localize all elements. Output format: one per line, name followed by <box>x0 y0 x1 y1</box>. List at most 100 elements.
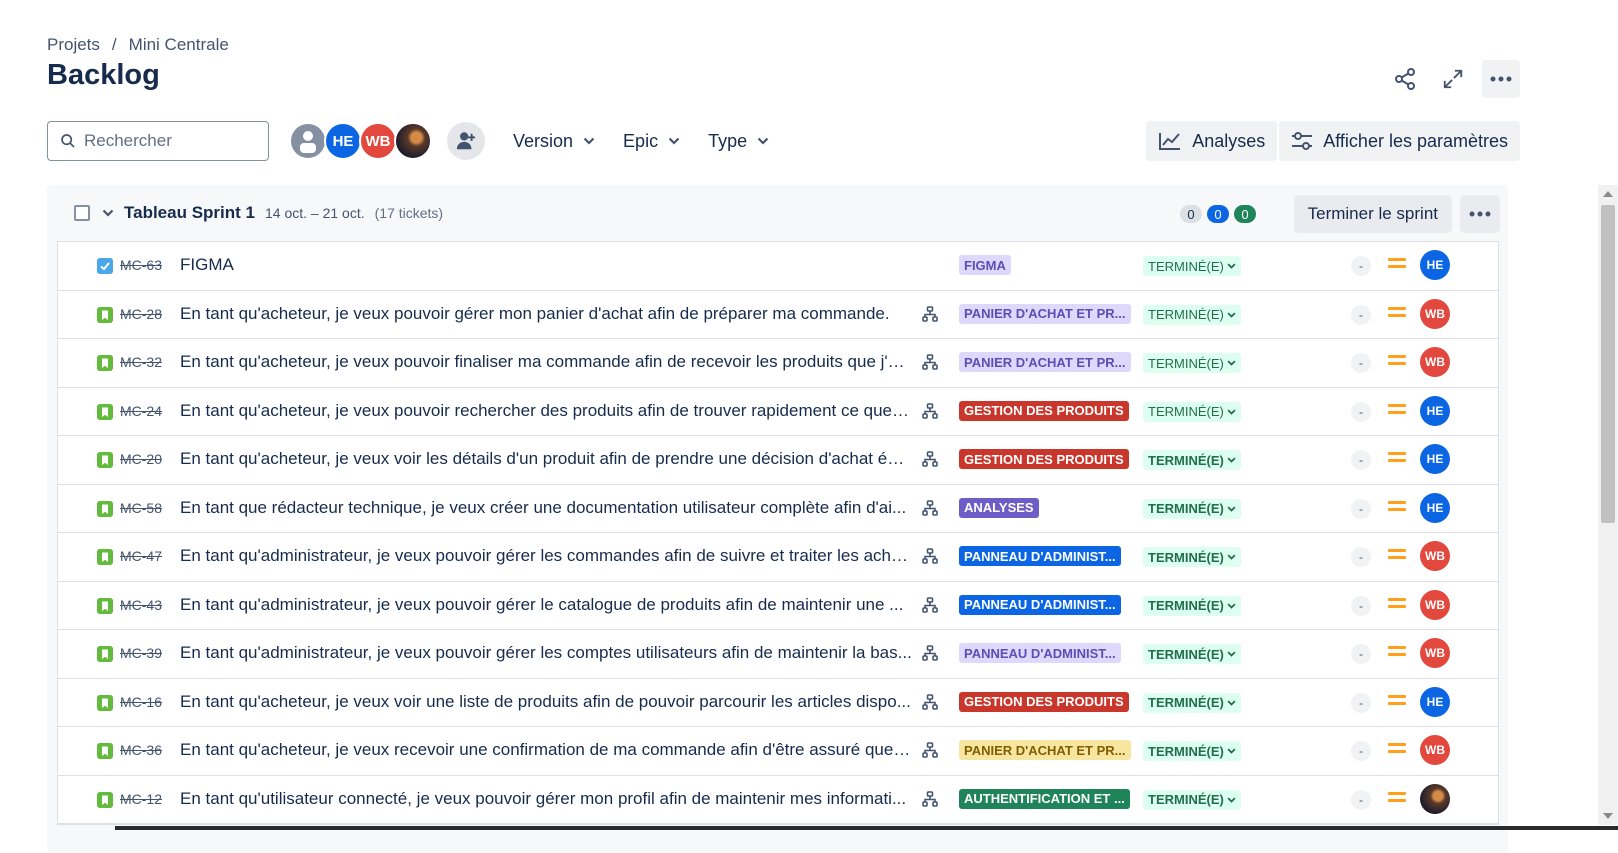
issue-summary[interactable]: En tant qu'acheteur, je veux voir une li… <box>180 692 912 712</box>
story-points-estimate[interactable]: - <box>1351 304 1371 325</box>
issue-summary[interactable]: En tant qu'acheteur, je veux recevoir un… <box>180 740 912 760</box>
story-points-estimate[interactable]: - <box>1351 547 1371 567</box>
issue-summary[interactable]: En tant qu'administrateur, je veux pouvo… <box>180 643 912 663</box>
status-dropdown[interactable]: TERMINÉ(E) <box>1143 644 1241 664</box>
scroll-down-arrow-icon[interactable] <box>1603 813 1613 819</box>
sprint-more-button[interactable] <box>1460 195 1500 233</box>
assignee-avatar[interactable]: HE <box>1420 395 1450 426</box>
issue-row[interactable]: MC-58 En tant que rédacteur technique, j… <box>58 485 1498 533</box>
issue-key[interactable]: MC-12 <box>120 791 162 807</box>
epic-lozenge[interactable]: PANIER D'ACHAT ET PR... <box>959 352 1131 372</box>
issue-summary[interactable]: En tant qu'acheteur, je veux pouvoir gér… <box>180 304 912 324</box>
epic-lozenge[interactable]: PANNEAU D'ADMINIST... <box>959 594 1121 615</box>
sprint-select-checkbox[interactable] <box>74 205 90 221</box>
status-dropdown[interactable]: TERMINÉ(E) <box>1143 595 1241 616</box>
child-issues-icon[interactable] <box>922 548 938 564</box>
epic-lozenge[interactable]: GESTION DES PRODUITS <box>959 449 1129 469</box>
status-dropdown[interactable]: TERMINÉ(E) <box>1143 450 1241 470</box>
filter-version[interactable]: Version <box>513 131 595 152</box>
child-issues-icon[interactable] <box>922 451 938 467</box>
issue-summary[interactable]: En tant qu'acheteur, je veux voir les dé… <box>180 449 912 469</box>
avatar-photo[interactable] <box>394 122 432 160</box>
avatar-unassigned[interactable] <box>289 122 327 160</box>
issue-row[interactable]: MC-63 FIGMA FIGMA TERMINÉ(E) - HE <box>58 242 1498 291</box>
story-points-estimate[interactable]: - <box>1351 644 1371 664</box>
assignee-avatar[interactable]: HE <box>1420 250 1450 280</box>
more-actions-button[interactable] <box>1482 60 1520 98</box>
issue-key[interactable]: MC-28 <box>120 306 162 322</box>
issue-row[interactable]: MC-28 En tant qu'acheteur, je veux pouvo… <box>58 291 1498 339</box>
issue-summary[interactable]: En tant qu'acheteur, je veux pouvoir fin… <box>180 352 912 372</box>
status-dropdown[interactable]: TERMINÉ(E) <box>1143 789 1241 810</box>
epic-lozenge[interactable]: PANIER D'ACHAT ET PR... <box>959 740 1131 760</box>
add-people-button[interactable] <box>447 122 485 160</box>
issue-row[interactable]: MC-16 En tant qu'acheteur, je veux voir … <box>58 679 1498 727</box>
analytics-button[interactable]: Analyses <box>1146 121 1278 161</box>
sprint-name[interactable]: Tableau Sprint 1 <box>124 203 255 223</box>
status-dropdown[interactable]: TERMINÉ(E) <box>1143 304 1241 325</box>
assignee-avatar[interactable]: WB <box>1420 638 1450 668</box>
issue-key[interactable]: MC-39 <box>120 645 162 661</box>
issue-row[interactable]: MC-43 En tant qu'administrateur, je veux… <box>58 582 1498 630</box>
issue-key[interactable]: MC-20 <box>120 451 162 467</box>
epic-lozenge[interactable]: PANNEAU D'ADMINIST... <box>959 643 1121 663</box>
issue-row[interactable]: MC-36 En tant qu'acheteur, je veux recev… <box>58 727 1498 776</box>
avatar-wb[interactable]: WB <box>359 122 397 160</box>
status-dropdown[interactable]: TERMINÉ(E) <box>1143 547 1241 567</box>
issue-row[interactable]: MC-47 En tant qu'administrateur, je veux… <box>58 533 1498 582</box>
issue-key[interactable]: MC-47 <box>120 548 162 564</box>
epic-lozenge[interactable]: PANIER D'ACHAT ET PR... <box>959 303 1131 324</box>
issue-summary[interactable]: FIGMA <box>180 255 912 275</box>
child-issues-icon[interactable] <box>922 742 938 758</box>
epic-lozenge[interactable]: PANNEAU D'ADMINIST... <box>959 546 1121 566</box>
story-points-estimate[interactable]: - <box>1351 789 1371 810</box>
story-points-estimate[interactable]: - <box>1351 450 1371 470</box>
issue-row[interactable]: MC-20 En tant qu'acheteur, je veux voir … <box>58 436 1498 485</box>
filter-type[interactable]: Type <box>708 131 769 152</box>
story-points-estimate[interactable]: - <box>1351 401 1371 422</box>
status-dropdown[interactable]: TERMINÉ(E) <box>1143 401 1241 422</box>
issue-row[interactable]: MC-39 En tant qu'administrateur, je veux… <box>58 630 1498 679</box>
epic-lozenge[interactable]: ANALYSES <box>959 497 1039 518</box>
assignee-avatar[interactable]: WB <box>1420 541 1450 571</box>
status-dropdown[interactable]: TERMINÉ(E) <box>1143 692 1241 713</box>
assignee-avatar[interactable]: HE <box>1420 444 1450 474</box>
assignee-avatar[interactable] <box>1420 783 1450 814</box>
issue-key[interactable]: MC-63 <box>120 257 162 273</box>
assignee-avatar[interactable]: HE <box>1420 492 1450 523</box>
issue-key[interactable]: MC-24 <box>120 403 162 419</box>
epic-lozenge[interactable]: FIGMA <box>959 255 1011 275</box>
epic-lozenge[interactable]: GESTION DES PRODUITS <box>959 691 1129 712</box>
breadcrumb-projects-link[interactable]: Projets <box>47 35 100 55</box>
assignee-avatar[interactable]: WB <box>1420 298 1450 329</box>
child-issues-icon[interactable] <box>922 499 938 516</box>
issue-summary[interactable]: En tant que rédacteur technique, je veux… <box>180 498 912 518</box>
epic-lozenge[interactable]: AUTHENTIFICATION ET ... <box>959 788 1130 809</box>
assignee-avatar[interactable]: HE <box>1420 686 1450 717</box>
assignee-avatar[interactable]: WB <box>1420 735 1450 765</box>
status-dropdown[interactable]: TERMINÉ(E) <box>1143 256 1241 276</box>
issue-row[interactable]: MC-32 En tant qu'acheteur, je veux pouvo… <box>58 339 1498 388</box>
child-issues-icon[interactable] <box>922 402 938 419</box>
finish-sprint-button[interactable]: Terminer le sprint <box>1293 195 1452 233</box>
scrollbar-thumb[interactable] <box>1601 205 1615 523</box>
search-input[interactable] <box>84 131 254 151</box>
child-issues-icon[interactable] <box>922 305 938 322</box>
breadcrumb-project-link[interactable]: Mini Centrale <box>129 35 229 55</box>
page-scrollbar[interactable] <box>1598 185 1618 825</box>
story-points-estimate[interactable]: - <box>1351 595 1371 616</box>
issue-summary[interactable]: En tant qu'administrateur, je veux pouvo… <box>180 595 912 615</box>
story-points-estimate[interactable]: - <box>1351 256 1371 276</box>
status-dropdown[interactable]: TERMINÉ(E) <box>1143 741 1241 761</box>
issue-row[interactable]: MC-12 En tant qu'utilisateur connecté, j… <box>58 776 1498 824</box>
child-issues-icon[interactable] <box>922 596 938 613</box>
chevron-down-icon[interactable] <box>102 209 114 217</box>
epic-lozenge[interactable]: GESTION DES PRODUITS <box>959 400 1129 421</box>
status-dropdown[interactable]: TERMINÉ(E) <box>1143 353 1241 373</box>
issue-summary[interactable]: En tant qu'utilisateur connecté, je veux… <box>180 789 912 809</box>
story-points-estimate[interactable]: - <box>1351 498 1371 519</box>
search-box[interactable] <box>47 121 269 161</box>
assignee-avatar[interactable]: WB <box>1420 589 1450 620</box>
view-settings-button[interactable]: Afficher les paramètres <box>1279 121 1520 161</box>
filter-epic[interactable]: Epic <box>623 131 680 152</box>
